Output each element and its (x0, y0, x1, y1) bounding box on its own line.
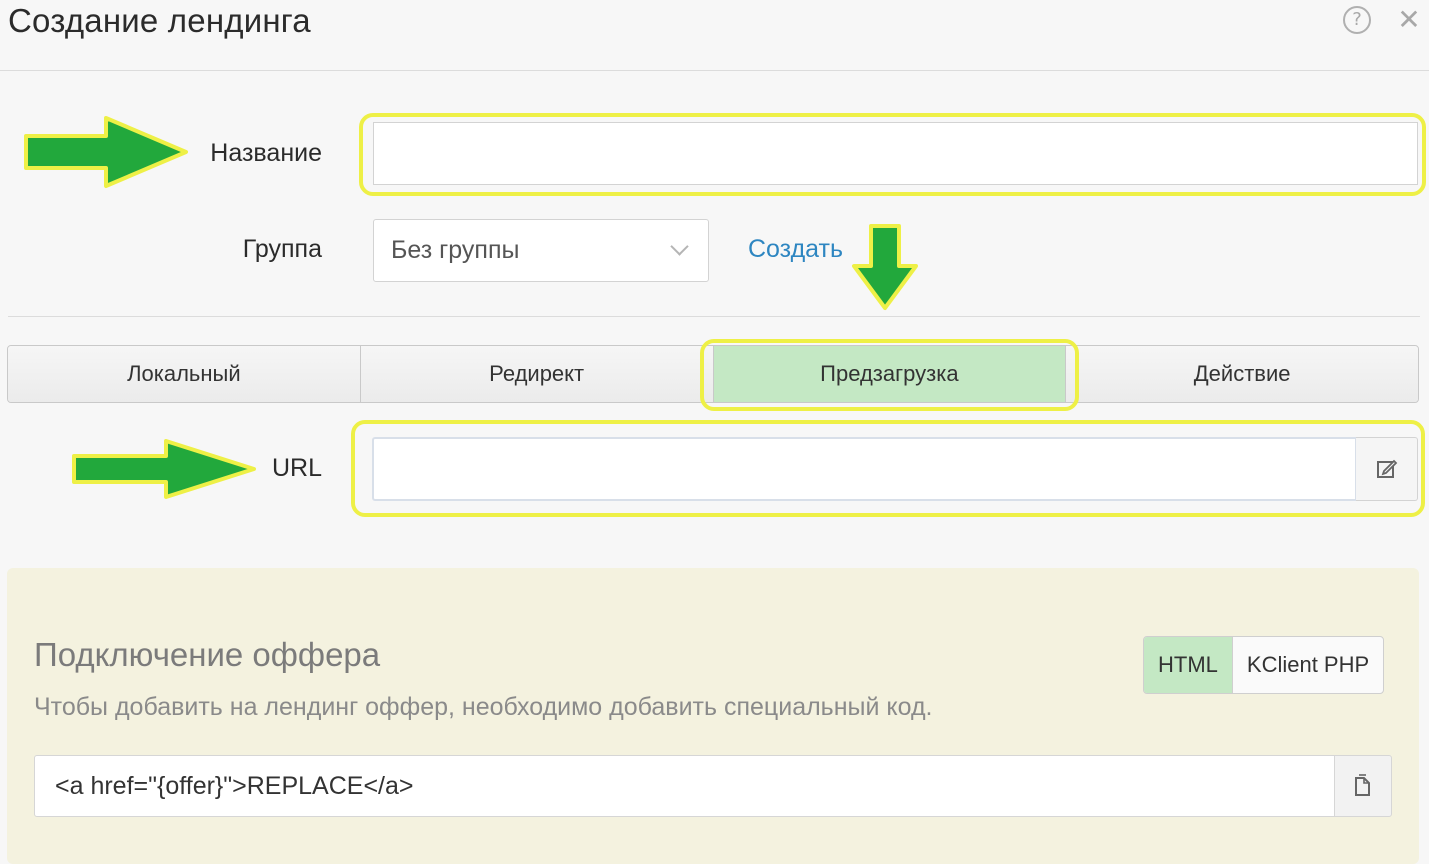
copy-code-button[interactable] (1334, 755, 1392, 817)
offer-title: Подключение оффера (34, 636, 381, 673)
section-divider (8, 316, 1420, 317)
tab-preload[interactable]: Предзагрузка (713, 346, 1067, 402)
arrow-down-icon (852, 224, 918, 310)
offer-code-field[interactable]: <a href="{offer}">REPLACE</a> (34, 755, 1335, 817)
close-icon[interactable]: ✕ (1396, 6, 1422, 34)
format-html-button[interactable]: HTML (1144, 637, 1233, 693)
edit-icon (1376, 459, 1397, 478)
group-label: Группа (242, 235, 322, 263)
offer-description: Чтобы добавить на лендинг оффер, необход… (34, 693, 933, 721)
url-input[interactable] (372, 437, 1357, 501)
tab-local[interactable]: Локальный (8, 346, 361, 402)
copy-icon (1355, 774, 1370, 796)
offer-connection-panel: Подключение оффера Чтобы добавить на лен… (7, 568, 1419, 864)
tab-action[interactable]: Действие (1066, 346, 1418, 402)
header-divider (0, 70, 1429, 71)
group-select-value: Без группы (391, 236, 520, 264)
create-group-link[interactable]: Создать (748, 235, 843, 264)
group-select[interactable]: Без группы (373, 219, 709, 282)
code-format-toggle: HTML KClient PHP (1143, 636, 1385, 694)
tab-redirect[interactable]: Редирект (360, 346, 714, 402)
landing-type-tabs: Локальный Редирект Предзагрузка Действие (7, 345, 1419, 403)
url-label: URL (271, 454, 322, 482)
help-icon[interactable]: ? (1343, 6, 1371, 34)
url-edit-button[interactable] (1356, 437, 1418, 501)
name-input[interactable] (373, 122, 1418, 185)
dialog-title: Создание лендинга (8, 2, 311, 39)
format-kclient-php-button[interactable]: KClient PHP (1233, 637, 1383, 693)
chevron-down-icon (670, 237, 689, 256)
name-label: Название (210, 139, 322, 167)
